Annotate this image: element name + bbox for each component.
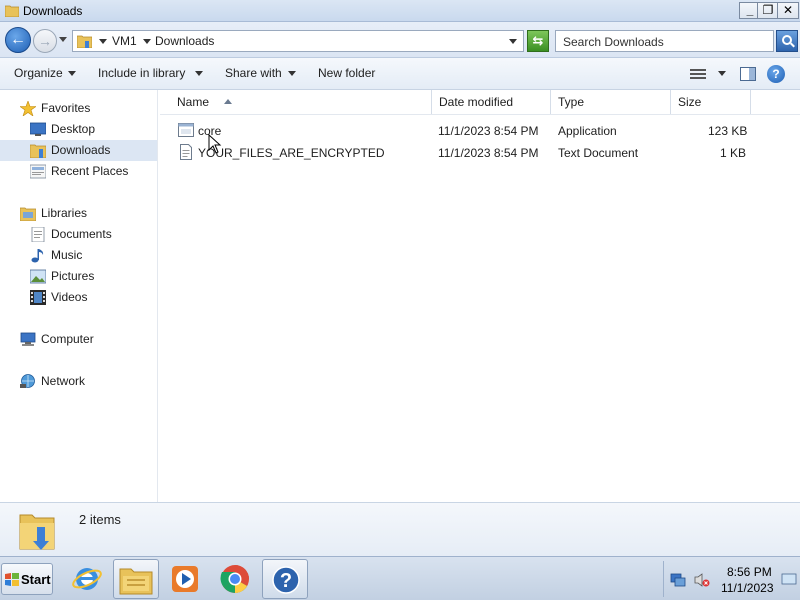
internet-explorer-icon [72, 568, 102, 590]
breadcrumb-separator-icon[interactable] [99, 39, 107, 44]
preview-pane-icon[interactable] [740, 67, 756, 81]
windows-logo-icon [5, 573, 19, 586]
chrome-icon [220, 565, 249, 593]
refresh-button[interactable]: ⇆ [527, 30, 549, 52]
view-options-dropdown[interactable] [718, 71, 726, 76]
internet-explorer-button[interactable] [64, 559, 110, 599]
address-bar[interactable]: VM1 Downloads [72, 30, 524, 52]
search-input[interactable]: Search Downloads [555, 30, 774, 52]
nav-documents[interactable]: Documents [0, 224, 157, 245]
details-pane: 2 items [0, 502, 800, 556]
file-list: Name Date modified Type Size core 11/1/2… [160, 90, 800, 502]
help-icon[interactable]: ? [767, 65, 785, 83]
sort-ascending-icon [224, 99, 232, 104]
downloads-folder-icon [30, 144, 46, 158]
show-desktop-icon[interactable] [781, 572, 797, 588]
taskbar: Start ? 8:56 PM 11/1/2023 [0, 556, 800, 600]
navigation-pane: Favorites Desktop Downloads Recent Place… [0, 90, 158, 502]
organize-menu[interactable]: Organize [14, 66, 63, 80]
music-icon [31, 249, 44, 263]
media-player-icon [172, 566, 198, 592]
chevron-down-icon [68, 71, 76, 76]
search-placeholder: Search Downloads [563, 35, 664, 49]
pictures-icon [30, 269, 46, 284]
column-header-name[interactable]: Name [170, 90, 432, 114]
command-toolbar: Organize Include in library Share with N… [0, 58, 800, 90]
windows-explorer-icon [119, 568, 153, 595]
application-icon [178, 123, 194, 137]
forward-button[interactable]: → [33, 29, 57, 53]
nav-libraries[interactable]: Libraries [0, 203, 157, 224]
help-and-support-button[interactable]: ? [262, 559, 308, 599]
folder-icon [77, 35, 92, 48]
file-row-core[interactable]: core 11/1/2023 8:54 PM Application 123 K… [160, 120, 800, 141]
breadcrumb-separator-icon[interactable] [143, 39, 151, 44]
change-view-icon[interactable] [690, 67, 706, 81]
svg-text:?: ? [280, 570, 292, 592]
item-count: 2 items [79, 512, 121, 527]
column-header-type[interactable]: Type [551, 90, 671, 114]
documents-icon [31, 227, 45, 242]
nav-recent-places[interactable]: Recent Places [0, 161, 157, 182]
libraries-icon [20, 207, 36, 221]
desktop-icon [30, 122, 46, 136]
computer-icon [20, 332, 36, 346]
network-status-icon[interactable] [670, 572, 686, 588]
nav-desktop[interactable]: Desktop [0, 119, 157, 140]
text-document-icon [180, 144, 192, 160]
address-dropdown[interactable] [509, 39, 517, 44]
volume-muted-icon[interactable] [694, 572, 710, 588]
include-in-library-menu[interactable]: Include in library [98, 66, 185, 80]
mouse-cursor-icon [208, 134, 222, 154]
recent-pages-dropdown[interactable] [59, 37, 67, 42]
chrome-button[interactable] [212, 559, 258, 599]
file-date: 11/1/2023 8:54 PM [438, 124, 539, 138]
network-icon [20, 374, 35, 388]
file-date: 11/1/2023 8:54 PM [438, 146, 539, 160]
nav-computer[interactable]: Computer [0, 329, 157, 350]
file-type: Text Document [558, 146, 639, 160]
file-row-your-files-are-encrypted[interactable]: YOUR_FILES_ARE_ENCRYPTED 11/1/2023 8:54 … [160, 142, 800, 163]
nav-favorites[interactable]: Favorites [0, 98, 157, 119]
back-button[interactable]: ← [5, 27, 31, 53]
title-bar: Downloads _ ❐ ✕ [0, 0, 800, 22]
nav-music[interactable]: Music [0, 245, 157, 266]
file-size: 123 KB [708, 124, 748, 138]
clock-date[interactable]: 11/1/2023 [721, 581, 774, 595]
nav-downloads[interactable]: Downloads [0, 140, 157, 161]
star-icon [20, 101, 36, 116]
nav-videos[interactable]: Videos [0, 287, 157, 308]
file-type: Application [558, 124, 617, 138]
breadcrumb-vm1[interactable]: VM1 [112, 34, 137, 48]
share-with-menu[interactable]: Share with [225, 66, 282, 80]
downloads-folder-icon [19, 514, 55, 550]
close-button[interactable]: ✕ [777, 2, 799, 19]
videos-icon [30, 290, 46, 305]
new-folder-button[interactable]: New folder [318, 66, 375, 80]
file-size: 1 KB [720, 146, 747, 160]
window-title: Downloads [23, 4, 83, 18]
header-divider [160, 114, 800, 115]
nav-pictures[interactable]: Pictures [0, 266, 157, 287]
search-icon[interactable] [776, 30, 798, 52]
windows-explorer-button[interactable] [113, 559, 159, 599]
media-player-button[interactable] [162, 559, 208, 599]
help-icon: ? [272, 566, 300, 594]
clock-time[interactable]: 8:56 PM [727, 565, 772, 579]
recent-places-icon [30, 164, 46, 179]
maximize-button[interactable]: ❐ [757, 2, 779, 19]
folder-icon [5, 5, 19, 17]
start-button[interactable]: Start [1, 563, 53, 595]
file-name: YOUR_FILES_ARE_ENCRYPTED [198, 146, 385, 160]
breadcrumb-downloads[interactable]: Downloads [155, 34, 214, 48]
column-header-size[interactable]: Size [671, 90, 751, 114]
chevron-down-icon [195, 71, 203, 76]
address-row: ← → VM1 Downloads ⇆ Search Downloads [0, 22, 800, 58]
column-header-date-modified[interactable]: Date modified [432, 90, 551, 114]
chevron-down-icon [288, 71, 296, 76]
nav-network[interactable]: Network [0, 371, 157, 392]
